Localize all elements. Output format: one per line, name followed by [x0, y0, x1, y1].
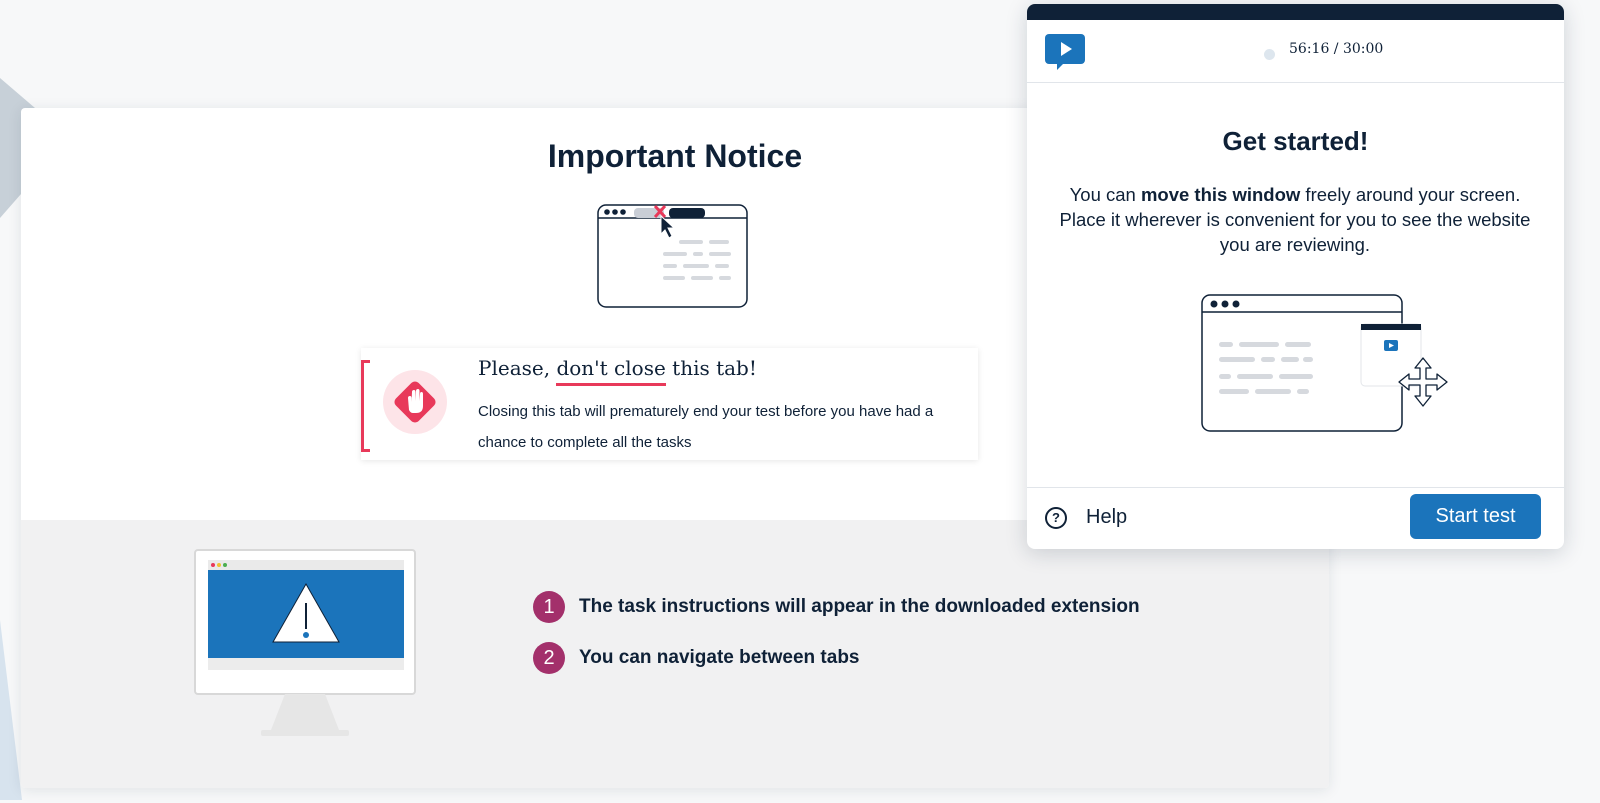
step-number-badge: 1: [533, 591, 565, 623]
close-tab-illustration: [597, 204, 748, 308]
move-window-illustration: [1201, 294, 1448, 432]
popup-footer: ? Help Start test: [1027, 487, 1564, 549]
step-number-badge: 2: [533, 642, 565, 674]
popup-description: You can move this window freely around y…: [1045, 182, 1545, 257]
monitor-warning-illustration: [194, 549, 416, 736]
help-label: Help: [1086, 506, 1128, 528]
warning-accent-bracket: [361, 360, 370, 452]
start-test-button[interactable]: Start test: [1410, 494, 1541, 539]
popup-drag-bar[interactable]: [1027, 4, 1564, 20]
warning-title: Please, don't close this tab!: [478, 356, 757, 386]
warning-title-prefix: Please,: [478, 356, 557, 380]
step-text: You can navigate between tabs: [579, 647, 860, 668]
description-bold: move this window: [1140, 184, 1301, 205]
warning-title-emphasis: don't close: [556, 356, 666, 386]
timer: 56:16 / 30:00: [1289, 41, 1384, 57]
step-text: The task instructions will appear in the…: [579, 596, 1140, 617]
instructions-section: 1 The task instructions will appear in t…: [21, 520, 1329, 788]
help-link[interactable]: ? Help: [1045, 506, 1127, 529]
warning-description: Closing this tab will prematurely end yo…: [478, 403, 934, 451]
warning-title-suffix: this tab!: [665, 356, 757, 380]
stop-hand-icon: [383, 370, 447, 434]
status-indicator: [1264, 49, 1275, 60]
step-1: 1 The task instructions will appear in t…: [533, 590, 1140, 624]
popup-header: 56:16 / 30:00: [1027, 20, 1564, 83]
description-prefix: You can: [1069, 184, 1141, 205]
step-2: 2 You can navigate between tabs: [533, 641, 860, 675]
play-chat-icon: [1045, 34, 1085, 70]
dont-close-warning: Please, don't close this tab! Closing th…: [361, 348, 978, 460]
question-circle-icon: ?: [1045, 506, 1067, 529]
popup-heading: Get started!: [1222, 126, 1369, 156]
extension-popup-window[interactable]: 56:16 / 30:00 Get started! You can move …: [1027, 4, 1564, 549]
background-shape: [0, 620, 22, 800]
